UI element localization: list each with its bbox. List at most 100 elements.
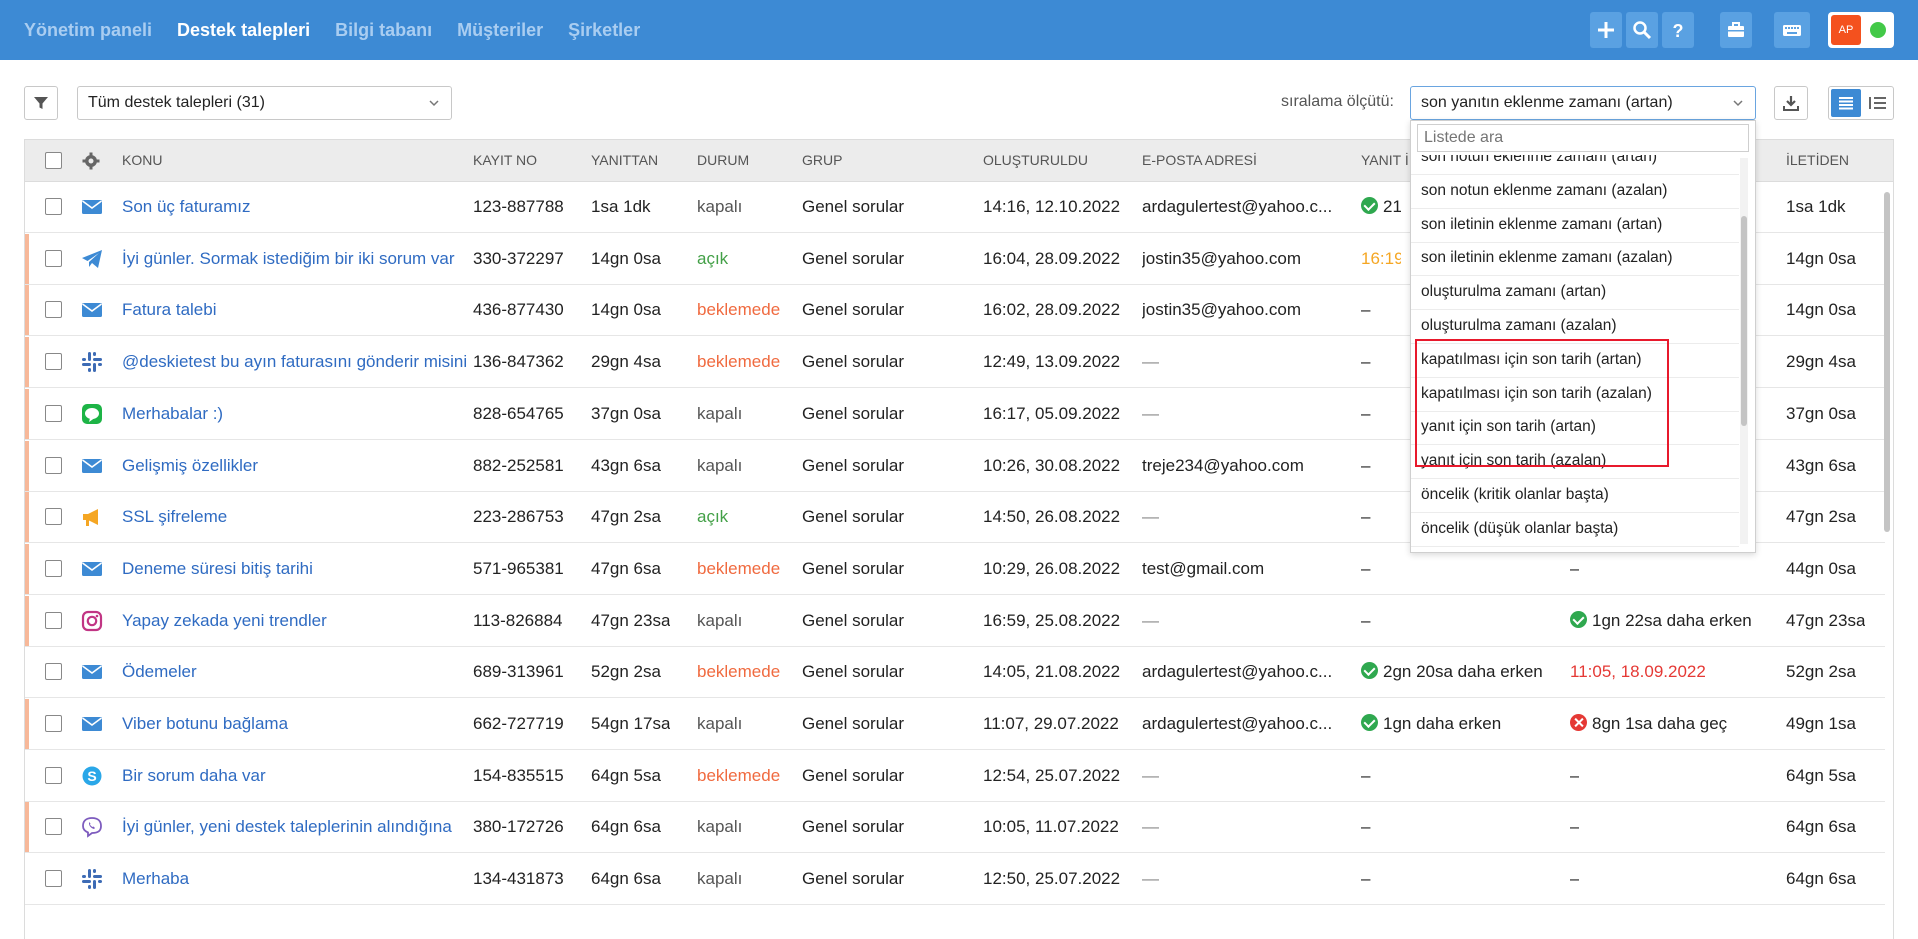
ticket-subject-link[interactable]: Merhabalar :) xyxy=(122,404,467,424)
filter-button[interactable] xyxy=(24,86,58,120)
col-header-group[interactable]: GRUP xyxy=(802,152,842,168)
row-checkbox[interactable] xyxy=(45,870,62,888)
col-header-created[interactable]: OLUŞTURULDU xyxy=(983,152,1088,168)
ticket-subject-link[interactable]: Son üç faturamız xyxy=(122,197,467,217)
row-checkbox[interactable] xyxy=(45,456,62,474)
check-circle-icon xyxy=(1570,610,1587,628)
row-checkbox[interactable] xyxy=(45,508,62,526)
nav-item-1[interactable]: Destek talepleri xyxy=(177,20,310,41)
priority-strip xyxy=(25,699,29,749)
ticket-reply-deadline: – xyxy=(1361,300,1371,320)
export-button[interactable] xyxy=(1774,86,1808,120)
col-header-since-reply[interactable]: YANITTAN xyxy=(591,152,658,168)
highlight-box xyxy=(1415,339,1669,467)
ticket-since-message: 14gn 0sa xyxy=(1786,248,1856,268)
ticket-subject-link[interactable]: İyi günler. Sormak istediğim bir iki sor… xyxy=(122,249,467,269)
ticket-reply-deadline: 16:19, xyxy=(1361,248,1401,268)
chevron-down-icon xyxy=(1733,100,1743,107)
ticket-filter-select[interactable]: Tüm destek talepleri (31) xyxy=(77,86,452,120)
ticket-close-deadline: 8gn 1sa daha geç xyxy=(1570,714,1727,734)
gear-icon[interactable] xyxy=(82,152,100,170)
col-header-number[interactable]: KAYIT NO xyxy=(473,152,537,168)
briefcase-icon[interactable] xyxy=(1720,12,1752,48)
table-scrollbar[interactable] xyxy=(1882,182,1892,939)
sort-option[interactable]: öncelik (kritik olanlar başta) xyxy=(1411,479,1739,513)
table-row[interactable]: Viber botunu bağlama 662-727719 54gn 17sa k… xyxy=(25,699,1885,750)
row-checkbox[interactable] xyxy=(45,559,62,577)
row-checkbox[interactable] xyxy=(45,249,62,267)
row-checkbox[interactable] xyxy=(45,766,62,784)
sort-option[interactable]: son notun eklenme zamanı (artan) xyxy=(1411,155,1739,175)
ticket-subject-link[interactable]: Fatura talebi xyxy=(122,300,467,320)
row-checkbox[interactable] xyxy=(45,715,62,732)
col-header-reply-deadline[interactable]: YANIT İ xyxy=(1361,152,1409,168)
nav-item-3[interactable]: Müşteriler xyxy=(457,20,543,41)
line-icon xyxy=(80,402,104,426)
ticket-status: açık xyxy=(697,507,729,527)
priority-strip xyxy=(25,802,29,853)
ticket-close-deadline: – xyxy=(1570,765,1580,785)
ticket-subject-link[interactable]: Deneme süresi bitiş tarihi xyxy=(122,559,467,579)
row-checkbox[interactable] xyxy=(45,611,62,629)
table-row[interactable]: Yapay zekada yeni trendler 113-826884 47gn… xyxy=(25,595,1885,647)
nav-item-2[interactable]: Bilgi tabanı xyxy=(335,20,432,41)
table-row[interactable]: S Bir sorum daha var 154-835515 64gn 5sa bek… xyxy=(25,751,1885,802)
nav-item-0[interactable]: Yönetim paneli xyxy=(24,20,152,41)
sort-option[interactable]: son notun eklenme zamanı (azalan) xyxy=(1411,175,1739,209)
search-icon[interactable] xyxy=(1626,12,1658,48)
ticket-subject-link[interactable]: Bir sorum daha var xyxy=(122,766,467,786)
compact-view-button[interactable] xyxy=(1863,89,1893,117)
ticket-subject-link[interactable]: Viber botunu bağlama xyxy=(122,714,467,734)
ticket-subject-link[interactable]: @deskietest bu ayın faturasını gönderir … xyxy=(122,352,467,372)
ticket-since-message: 64gn 6sa xyxy=(1786,869,1856,889)
keyboard-icon[interactable] xyxy=(1774,12,1810,48)
row-checkbox[interactable] xyxy=(45,818,62,836)
ticket-since-message: 29gn 4sa xyxy=(1786,352,1856,372)
sort-select[interactable]: son yanıtın eklenme zamanı (artan) xyxy=(1410,86,1756,120)
dropdown-scrollbar[interactable] xyxy=(1740,158,1748,544)
priority-strip xyxy=(25,492,29,543)
sort-option[interactable]: son iletinin eklenme zamanı (artan) xyxy=(1411,209,1739,243)
col-header-subject[interactable]: KONU xyxy=(122,152,162,168)
plus-icon[interactable] xyxy=(1590,12,1622,48)
row-checkbox[interactable] xyxy=(45,301,62,319)
ticket-subject-link[interactable]: SSL şifreleme xyxy=(122,507,467,527)
row-checkbox[interactable] xyxy=(45,198,62,215)
user-menu[interactable]: AP xyxy=(1828,12,1894,48)
ticket-reply-deadline: – xyxy=(1361,765,1371,785)
sort-option[interactable]: durum (açık olanlar başta) xyxy=(1411,547,1739,552)
email-icon xyxy=(80,557,104,581)
ticket-number: 882-252581 xyxy=(473,455,564,475)
ticket-subject-link[interactable]: Merhaba xyxy=(122,869,467,889)
help-icon[interactable]: ? xyxy=(1662,12,1694,48)
ticket-subject-link[interactable]: Yapay zekada yeni trendler xyxy=(122,611,467,631)
megaphone-icon xyxy=(80,505,104,529)
row-checkbox[interactable] xyxy=(45,663,62,681)
row-checkbox[interactable] xyxy=(45,404,62,422)
ticket-subject-link[interactable]: İyi günler, yeni destek taleplerinin alı… xyxy=(122,817,467,837)
col-header-since-message[interactable]: İLETİDEN xyxy=(1786,152,1849,168)
row-checkbox[interactable] xyxy=(45,353,62,371)
col-header-status[interactable]: DURUM xyxy=(697,152,749,168)
select-all-checkbox[interactable] xyxy=(45,152,62,169)
table-row[interactable]: Ödemeler 689-313961 52gn 2sa beklemede Genel… xyxy=(25,647,1885,699)
nav-item-4[interactable]: Şirketler xyxy=(568,20,640,41)
table-row[interactable]: İyi günler, yeni destek taleplerinin alı… xyxy=(25,802,1885,854)
ticket-number: 134-431873 xyxy=(473,869,564,889)
ticket-number: 436-877430 xyxy=(473,300,564,320)
email-icon xyxy=(80,454,104,478)
ticket-group: Genel sorular xyxy=(802,714,905,733)
sort-option[interactable]: öncelik (düşük olanlar başta) xyxy=(1411,513,1739,547)
list-view-button[interactable] xyxy=(1831,89,1861,117)
sort-option[interactable]: oluşturulma zamanı (artan) xyxy=(1411,276,1739,311)
ticket-subject-link[interactable]: Gelişmiş özellikler xyxy=(122,456,467,476)
sort-search-input[interactable] xyxy=(1417,124,1749,152)
download-icon xyxy=(1783,96,1799,111)
sort-option[interactable]: son iletinin eklenme zamanı (azalan) xyxy=(1411,242,1739,277)
ticket-reply-deadline: – xyxy=(1361,817,1371,837)
table-row[interactable]: Merhaba 134-431873 64gn 6sa kapalı Genel sor… xyxy=(25,854,1885,906)
ticket-status: beklemede xyxy=(697,662,781,682)
ticket-subject-link[interactable]: Ödemeler xyxy=(122,662,467,682)
col-header-email[interactable]: E-POSTA ADRESİ xyxy=(1142,152,1257,168)
svg-text:S: S xyxy=(87,768,96,784)
